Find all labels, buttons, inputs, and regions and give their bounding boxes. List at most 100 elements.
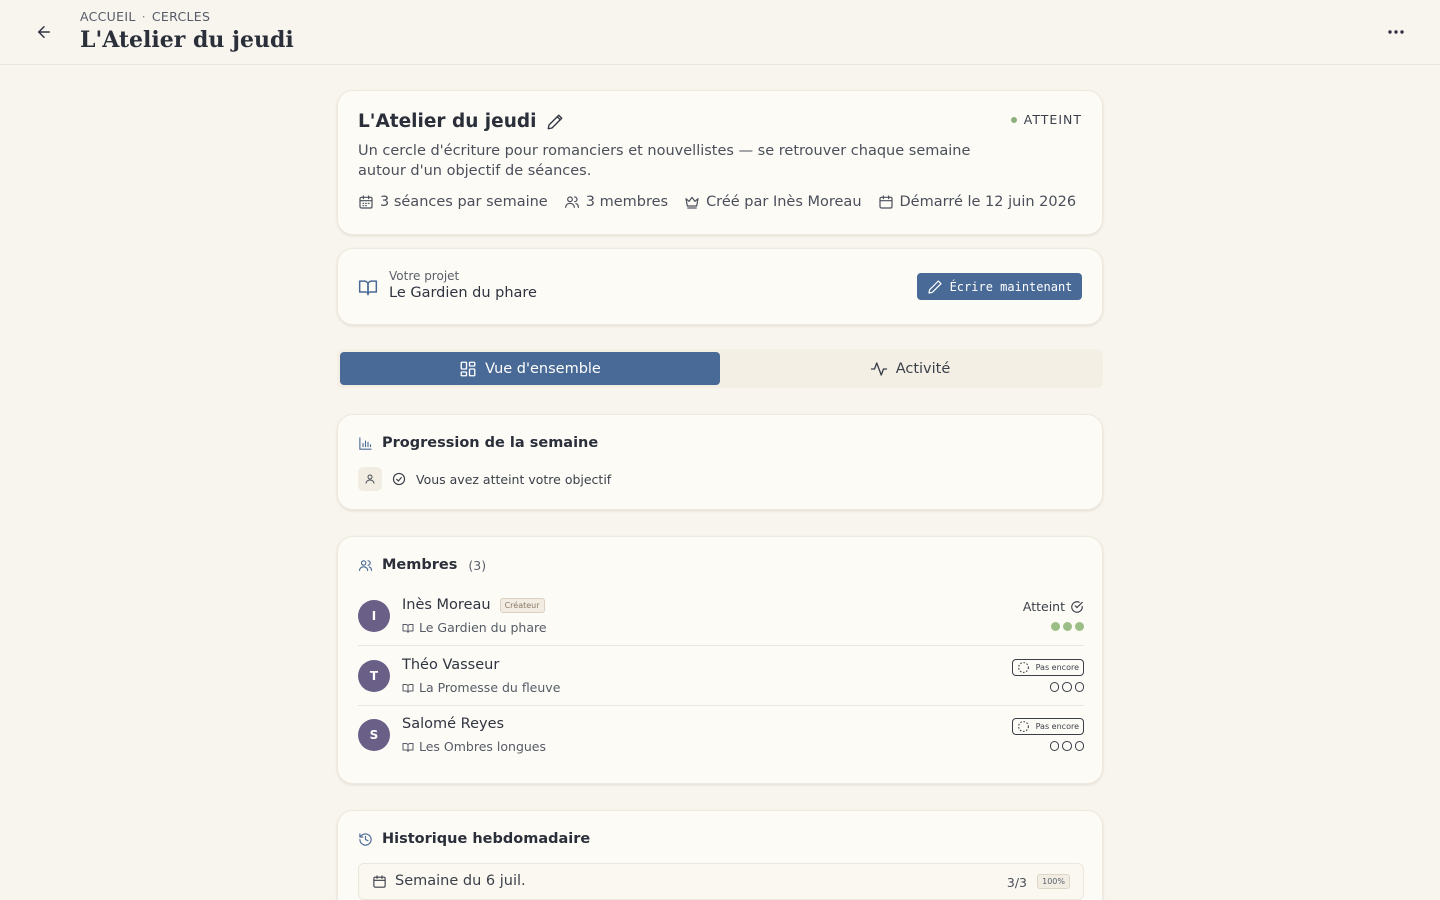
meta-creator: Créé par Inès Moreau <box>684 194 862 210</box>
meta-started-text: Démarré le 12 juin 2026 <box>899 194 1077 210</box>
member-book: Les Ombres longues <box>419 739 547 754</box>
arrow-left-icon <box>38 26 50 38</box>
user-chip <box>358 467 382 491</box>
session-dot-empty <box>1062 682 1072 692</box>
check-circle-icon <box>1071 600 1083 613</box>
week-row[interactable]: Semaine du 6 juil. 3/3 100% <box>358 863 1084 900</box>
dashed-circle-icon <box>1017 721 1029 732</box>
member-book: La Promesse du fleuve <box>419 680 561 695</box>
meta-sessions-text: 3 séances par semaine <box>380 194 548 210</box>
meta-creator-text: Créé par Inès Moreau <box>706 194 862 210</box>
session-dot-empty <box>1074 682 1084 692</box>
meta-sessions: 3 séances par semaine <box>358 194 548 210</box>
write-now-button[interactable]: Écrire maintenant <box>917 273 1082 300</box>
write-now-label: Écrire maintenant <box>949 279 1073 294</box>
member-book: Le Gardien du phare <box>419 620 547 635</box>
bar-chart-icon <box>359 436 372 450</box>
avatar: T <box>358 660 390 692</box>
breadcrumb-circles[interactable]: CERCLES <box>152 9 210 24</box>
members-count: (3) <box>468 557 487 573</box>
status-dot <box>1010 116 1017 123</box>
member-name: Salomé Reyes <box>402 716 505 732</box>
avatar: I <box>358 600 390 632</box>
members-title: Membres <box>382 557 458 573</box>
back-button[interactable] <box>32 20 56 44</box>
book-open-icon <box>402 683 414 693</box>
calendar-icon <box>878 195 893 209</box>
not-yet-status: Pas encore <box>1011 659 1084 676</box>
member-row[interactable]: T Théo Vasseur La Promesse du fleuve Pas… <box>358 647 1084 706</box>
progress-title: Progression de la semaine <box>382 435 599 451</box>
session-dot-done <box>1063 622 1072 631</box>
status-label: ATTEINT <box>1023 112 1082 127</box>
weekly-progress-card: Progression de la semaine Vous avez atte… <box>337 414 1103 510</box>
creator-badge: Créateur <box>499 597 545 613</box>
session-dots <box>1049 682 1084 692</box>
session-dots <box>1051 622 1084 631</box>
not-yet-label: Pas encore <box>1035 663 1079 672</box>
meta-members: 3 membres <box>564 194 668 210</box>
member-row[interactable]: S Salomé Reyes Les Ombres longues Pas en… <box>358 706 1084 765</box>
history-title: Historique hebdomadaire <box>382 831 591 847</box>
reached-label: Atteint <box>1022 599 1065 614</box>
reached-status: Atteint <box>1023 599 1084 614</box>
calendar-icon <box>359 195 373 209</box>
member-name: Théo Vasseur <box>402 657 500 673</box>
week-score: 3/3 <box>1006 875 1027 890</box>
grid-icon <box>460 361 476 376</box>
members-card: Membres (3) I Inès Moreau Créateur Le Ga… <box>337 536 1103 784</box>
circle-info-card: L'Atelier du jeudi ATTEINT Un cercle d'é… <box>337 90 1103 235</box>
dashed-circle-icon <box>1017 662 1029 673</box>
session-dot-empty <box>1049 682 1059 692</box>
tab-activity-label: Activité <box>895 360 951 377</box>
circle-meta: 3 séances par semaine 3 membres Créé par… <box>358 194 1076 210</box>
avatar: S <box>358 719 390 751</box>
pencil-icon <box>927 279 942 294</box>
book-open-icon <box>402 623 414 633</box>
tab-overview[interactable]: Vue d'ensemble <box>340 352 720 385</box>
tab-activity[interactable]: Activité <box>720 352 1100 385</box>
weekly-history-card: Historique hebdomadaire Semaine du 6 jui… <box>337 810 1103 900</box>
top-bar: ACCUEIL · CERCLES L'Atelier du jeudi <box>0 0 1440 65</box>
circle-name: L'Atelier du jeudi <box>358 111 537 132</box>
pencil-icon[interactable] <box>546 113 564 131</box>
project-card: Votre projet Le Gardien du phare Écrire … <box>337 248 1103 325</box>
session-dot-done <box>1051 622 1060 631</box>
breadcrumb: ACCUEIL · CERCLES <box>80 9 210 24</box>
users-icon <box>564 196 579 208</box>
week-percent-badge: 100% <box>1037 874 1070 889</box>
activity-icon <box>870 361 887 376</box>
book-open-icon <box>402 742 414 752</box>
meta-members-text: 3 membres <box>585 194 669 210</box>
history-icon <box>359 832 372 846</box>
check-circle-icon <box>392 472 406 486</box>
users-icon <box>359 559 372 571</box>
more-options-button[interactable] <box>1384 20 1408 44</box>
not-yet-label: Pas encore <box>1035 722 1079 731</box>
user-icon <box>365 474 375 484</box>
week-label: Semaine du 6 juil. <box>395 873 526 889</box>
project-label: Votre projet <box>389 269 460 283</box>
meta-started: Démarré le 12 juin 2026 <box>878 194 1077 210</box>
project-name: Le Gardien du phare <box>389 285 537 301</box>
session-dot-empty <box>1062 741 1072 751</box>
calendar-icon <box>373 875 386 888</box>
book-open-icon <box>358 280 378 296</box>
page-title: L'Atelier du jeudi <box>80 27 294 53</box>
circle-description: Un cercle d'écriture pour romanciers et … <box>358 143 971 179</box>
more-horizontal-icon <box>1388 30 1404 34</box>
breadcrumb-separator: · <box>141 9 146 24</box>
session-dot-empty <box>1049 741 1059 751</box>
breadcrumb-home[interactable]: ACCUEIL <box>80 9 136 24</box>
member-name: Inès Moreau <box>402 597 491 613</box>
session-dots <box>1049 741 1084 751</box>
progress-message: Vous avez atteint votre objectif <box>416 471 612 487</box>
view-tabs: Vue d'ensemble Activité <box>337 349 1103 388</box>
status-badge: ATTEINT <box>1010 112 1082 127</box>
session-dot-done <box>1075 622 1084 631</box>
not-yet-status: Pas encore <box>1011 718 1084 735</box>
member-row[interactable]: I Inès Moreau Créateur Le Gardien du pha… <box>358 587 1084 646</box>
crown-icon <box>685 196 699 209</box>
tab-overview-label: Vue d'ensemble <box>485 360 601 377</box>
session-dot-empty <box>1074 741 1084 751</box>
